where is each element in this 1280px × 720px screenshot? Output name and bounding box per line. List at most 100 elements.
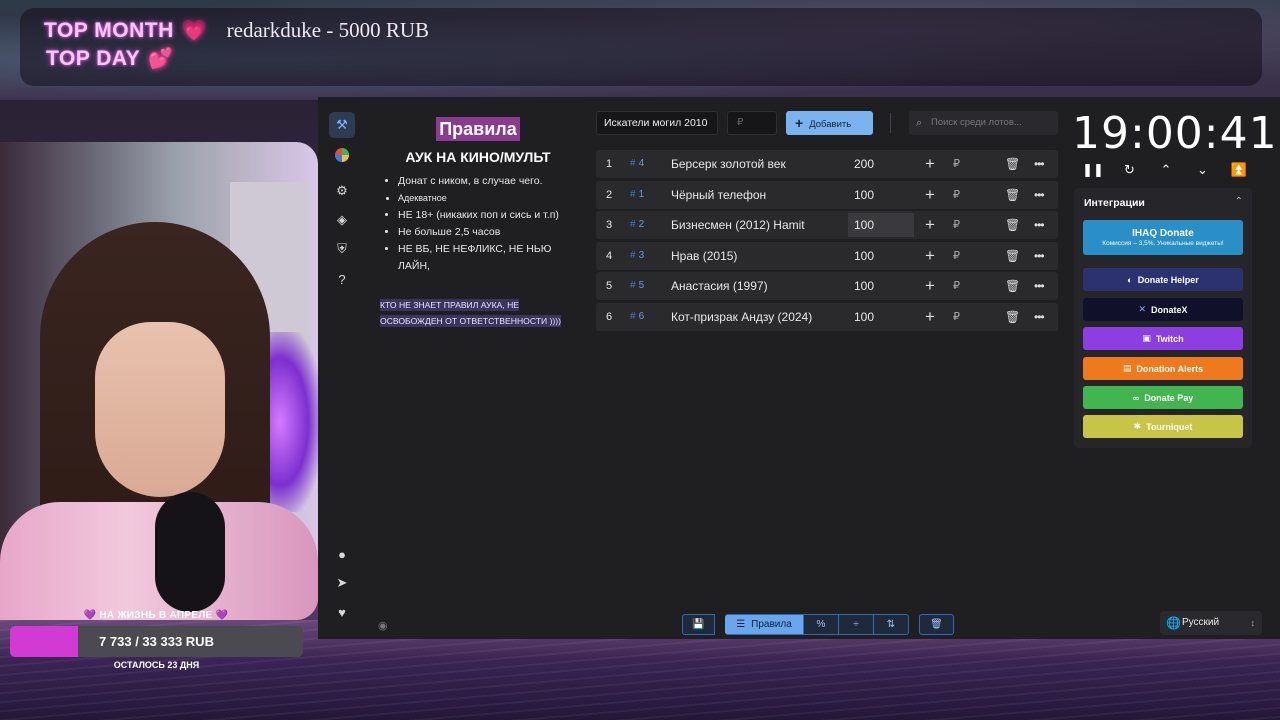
lot-id: #3 xyxy=(630,249,645,261)
currency-input[interactable]: ₽ xyxy=(953,242,960,270)
lot-search-input[interactable]: ⌕ Поиск среди лотов... xyxy=(909,111,1058,135)
globe-icon: 🌐 xyxy=(1166,616,1181,630)
more-icon[interactable]: ••• xyxy=(1034,181,1045,209)
more-icon[interactable]: ••• xyxy=(1034,272,1045,300)
trash-icon[interactable]: 🗑 xyxy=(1005,181,1020,209)
donation-alerts-button[interactable]: ▤ Donation Alerts xyxy=(1083,357,1243,380)
plus-icon: + xyxy=(795,115,804,131)
rule-item: Не больше 2,5 часов xyxy=(398,224,578,241)
trash-icon[interactable]: 🗑 xyxy=(1005,242,1020,270)
rules-list: Донат с ником, в случае чего. Адекватное… xyxy=(378,173,578,275)
lot-row: 5 #5 Анастасия (1997) 100 + ₽ 🗑 ••• xyxy=(596,272,1058,300)
add-amount-icon[interactable]: + xyxy=(925,150,935,178)
lot-row: 2 #1 Чёрный телефон 100 + ₽ 🗑 ••• xyxy=(596,180,1058,209)
goal-title-text: НА ЖИЗНЬ В АПРЕЛЕ xyxy=(99,610,213,621)
wheel-icon[interactable] xyxy=(329,142,355,168)
chevron-down-icon[interactable]: ⌄ xyxy=(1191,162,1215,178)
rules-note: КТО НЕ ЗНАЕТ ПРАВИЛ АУКА, НЕ ОСВОБОЖДЕН … xyxy=(380,299,562,327)
add-amount-icon[interactable]: + xyxy=(925,211,935,239)
lot-amount-input[interactable]: ₽ xyxy=(727,111,777,135)
currency-input[interactable]: ₽ xyxy=(953,272,960,300)
top-day-row: TOP DAY 💕 xyxy=(46,46,173,71)
clear-lots-icon[interactable]: 🗑 xyxy=(919,614,954,635)
lot-name[interactable]: Берсерк золотой век xyxy=(671,150,786,178)
lot-name[interactable]: Анастасия (1997) xyxy=(671,272,768,300)
auction-hammer-icon[interactable]: ⚒ xyxy=(329,112,355,138)
currency-input[interactable]: ₽ xyxy=(953,150,960,178)
currency-input[interactable]: ₽ xyxy=(953,181,960,209)
eye-icon[interactable]: ◉ xyxy=(378,619,388,632)
twitch-button[interactable]: ▣ Twitch xyxy=(1083,327,1243,350)
lot-amount[interactable]: 100 xyxy=(848,303,914,331)
save-icon[interactable]: 💾 xyxy=(682,614,715,635)
top-month-label: TOP MONTH xyxy=(44,18,174,42)
telegram-icon[interactable]: ➤ xyxy=(329,570,355,596)
currency-input[interactable]: ₽ xyxy=(953,211,960,239)
more-icon[interactable]: ••• xyxy=(1034,303,1045,331)
top-day-label: TOP DAY xyxy=(46,46,141,70)
tourniquet-button[interactable]: ✱ Tourniquet xyxy=(1083,415,1243,438)
more-icon[interactable]: ••• xyxy=(1034,211,1045,239)
add-amount-icon[interactable]: + xyxy=(925,272,935,300)
more-icon[interactable]: ••• xyxy=(1034,150,1045,178)
percent-icon[interactable]: % xyxy=(804,614,839,635)
chevron-updown-icon: ↕ xyxy=(1250,618,1256,628)
github-icon[interactable]: ● xyxy=(329,541,355,567)
layers-icon[interactable]: ◈ xyxy=(329,207,355,233)
sort-icon[interactable]: ⇅ xyxy=(874,614,909,635)
add-amount-icon[interactable]: + xyxy=(925,181,935,209)
chevron-up-icon[interactable]: ⌃ xyxy=(1235,196,1243,207)
add-lot-button[interactable]: + Добавить xyxy=(786,111,873,135)
pause-icon[interactable]: ❚❚ xyxy=(1081,162,1105,178)
rule-item: НЕ ВБ, НЕ НЕФЛИКС, НЕ НЬЮ ЛАЙН, xyxy=(398,241,578,275)
lot-id: #1 xyxy=(630,188,645,200)
trash-icon[interactable]: 🗑 xyxy=(1005,272,1020,300)
donate-pay-icon: ∞ xyxy=(1132,392,1140,403)
shield-icon[interactable]: ⛨ xyxy=(329,236,355,262)
gear-icon[interactable]: ⚙ xyxy=(329,178,355,204)
donate-helper-button[interactable]: ◐ Donate Helper xyxy=(1083,268,1243,291)
donate-icon[interactable]: ♥ xyxy=(329,599,355,625)
help-icon[interactable]: ? xyxy=(329,266,355,292)
trash-icon[interactable]: 🗑 xyxy=(1005,303,1020,331)
language-select[interactable]: 🌐 Русский ↕ xyxy=(1160,611,1262,635)
lot-name[interactable]: Чёрный телефон xyxy=(671,181,766,209)
currency-input[interactable]: ₽ xyxy=(953,303,960,331)
rule-item: Адекватное xyxy=(398,190,578,207)
ihaq-donate-button[interactable]: IHAQ Donate Комиссия – 3,5%. Уникальные … xyxy=(1083,220,1243,255)
divide-icon[interactable]: ÷ xyxy=(839,614,874,635)
more-icon[interactable]: ••• xyxy=(1034,242,1045,270)
hearts-icon: 💕 xyxy=(148,48,174,70)
lot-name[interactable]: Бизнесмен (2012) Hamit xyxy=(671,211,805,239)
heart-icon: 💜 xyxy=(215,610,229,621)
donation-alerts-icon: ▤ xyxy=(1122,363,1132,373)
lot-name[interactable]: Кот-призрак Андзу (2024) xyxy=(671,303,812,331)
double-chevron-up-icon[interactable]: ⏫ xyxy=(1227,162,1251,178)
goal-progress-bar: 7 733 / 33 333 RUB xyxy=(10,626,303,657)
integrations-header: Интеграции xyxy=(1084,197,1145,209)
lot-name[interactable]: Нрав (2015) xyxy=(671,242,737,270)
goal-title: 💜 НА ЖИЗНЬ В АПРЕЛЕ 💜 xyxy=(0,610,312,621)
add-amount-icon[interactable]: + xyxy=(925,242,935,270)
lot-amount[interactable]: 100 xyxy=(848,272,914,300)
goal-progress-text: 7 733 / 33 333 RUB xyxy=(99,634,214,649)
tourniquet-icon: ✱ xyxy=(1133,421,1142,431)
lot-name-input[interactable]: Искатели могил 2010 xyxy=(596,111,718,135)
rules-toggle-button[interactable]: ☰ Правила xyxy=(725,614,804,635)
lot-amount[interactable]: 100 xyxy=(848,242,914,270)
add-amount-icon[interactable]: + xyxy=(925,303,935,331)
lot-id: #4 xyxy=(630,158,645,169)
reset-icon[interactable]: ↻ xyxy=(1118,162,1142,178)
trash-icon[interactable]: 🗑 xyxy=(1005,150,1020,178)
lot-amount[interactable]: 200 xyxy=(848,150,914,178)
lot-amount[interactable]: 100 xyxy=(848,181,914,209)
donatex-button[interactable]: ✕ DonateX xyxy=(1083,298,1243,321)
rules-title: Правила xyxy=(436,117,520,141)
lot-id: #5 xyxy=(630,280,645,291)
lot-amount[interactable]: 100 xyxy=(848,213,914,237)
lot-row: 6 #6 Кот-призрак Андзу (2024) 100 + ₽ 🗑 … xyxy=(596,302,1058,331)
donate-pay-button[interactable]: ∞ Donate Pay xyxy=(1083,386,1243,409)
bottom-toolbar: 💾 ☰ Правила % ÷ ⇅ 🗑 xyxy=(682,614,954,635)
trash-icon[interactable]: 🗑 xyxy=(1005,211,1020,239)
chevron-up-icon[interactable]: ⌃ xyxy=(1154,162,1178,178)
